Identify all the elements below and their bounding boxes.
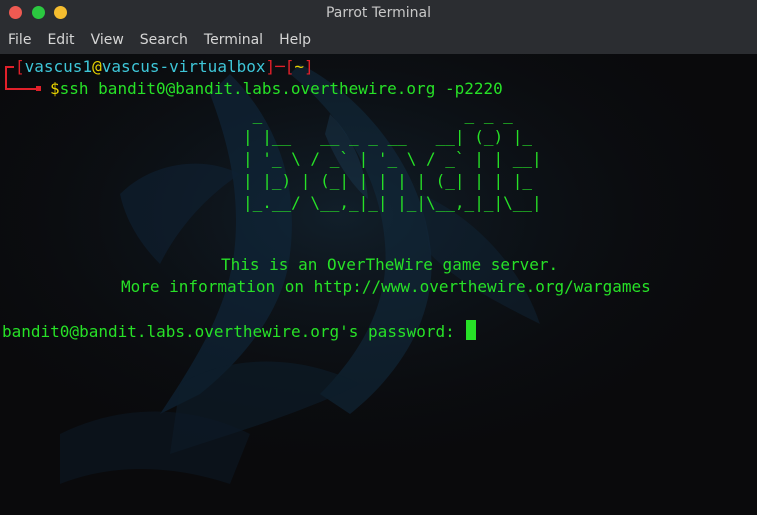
menu-file[interactable]: File	[0, 26, 39, 54]
menu-bar: File Edit View Search Terminal Help	[0, 26, 757, 54]
banner-ascii-line-4: | |_) | (_| | | | | (_| | | |_	[243, 171, 542, 190]
terminal-output-area[interactable]: [vascus1@vascus-virtualbox]─[~] $ssh ban…	[0, 54, 757, 515]
prompt-dollar: $	[50, 79, 60, 98]
banner-ascii-line-3: | '_ \ / _` | '_ \ / _` | | __|	[243, 149, 542, 168]
prompt-dir: ~	[294, 57, 305, 76]
password-prompt-text: bandit0@bandit.labs.overthewire.org's pa…	[2, 322, 465, 341]
banner-ascii-line-2: | |__ __ _ _ __ __| (_) |_	[243, 127, 542, 146]
terminal-window: Parrot Terminal File Edit View Search Te…	[0, 0, 757, 515]
prompt-corner-dot	[36, 86, 41, 91]
prompt-dir-close: ]	[304, 57, 314, 76]
password-prompt-line[interactable]: bandit0@bandit.labs.overthewire.org's pa…	[2, 320, 477, 343]
window-title: Parrot Terminal	[325, 5, 432, 21]
menu-edit[interactable]: Edit	[39, 26, 82, 54]
menu-search[interactable]: Search	[132, 26, 196, 54]
title-bar[interactable]: Parrot Terminal	[0, 0, 757, 26]
banner-message-line-1: This is an OverTheWire game server.	[221, 255, 559, 274]
menu-terminal[interactable]: Terminal	[196, 26, 271, 54]
prompt-line-2: $ssh bandit0@bandit.labs.overthewire.org…	[50, 78, 503, 100]
prompt-corner-vertical	[5, 66, 7, 88]
banner-ascii-line-1: _ _ _ _	[243, 105, 542, 124]
banner-ascii-line-5: |_.__/ \__,_|_| |_|\__,_|_|\__|	[243, 193, 542, 212]
prompt-separator: ─	[275, 57, 285, 76]
prompt-open-bracket: [	[15, 57, 25, 76]
prompt-close-bracket: ]	[265, 57, 276, 76]
terminal-cursor	[466, 320, 477, 340]
ssh-command: ssh bandit0@bandit.labs.overthewire.org …	[59, 79, 503, 98]
menu-help[interactable]: Help	[271, 26, 319, 54]
prompt-dir-open: [	[284, 57, 295, 76]
prompt-user: vascus1	[24, 57, 93, 76]
banner-message-line-2: More information on http://www.overthewi…	[121, 277, 651, 296]
menu-view[interactable]: View	[83, 26, 132, 54]
prompt-corner-top	[6, 66, 14, 68]
prompt-host: vascus-virtualbox	[101, 57, 266, 76]
prompt-corner-bottom	[5, 88, 37, 90]
prompt-line-1: [vascus1@vascus-virtualbox]─[~]	[15, 56, 314, 78]
prompt-at: @	[92, 57, 102, 76]
